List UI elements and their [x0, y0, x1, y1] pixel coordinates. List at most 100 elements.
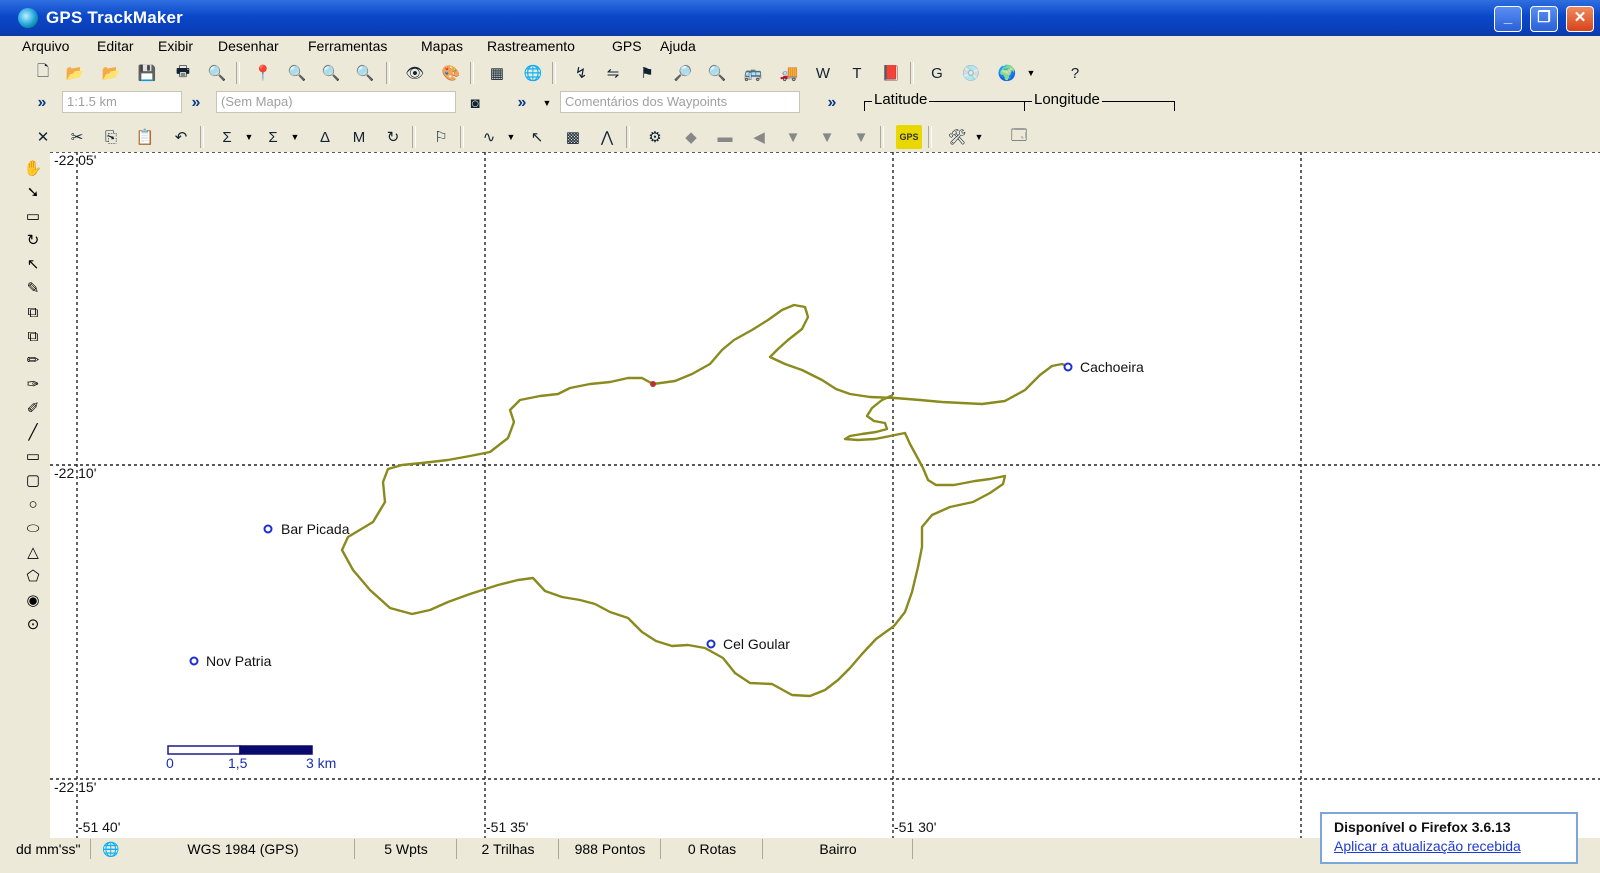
- waypoint-bar-picada-marker[interactable]: [263, 524, 273, 534]
- chevron-down-icon[interactable]: ▼: [540, 92, 554, 114]
- select-arrow-icon[interactable]: ↖: [20, 253, 46, 275]
- target-icon[interactable]: ◉: [20, 589, 46, 611]
- menu-exibir[interactable]: Exibir: [158, 38, 193, 54]
- undo-icon[interactable]: ↶: [168, 125, 194, 149]
- zoom-out-icon[interactable]: 🔍: [352, 61, 378, 85]
- measure-icon[interactable]: ➘: [20, 181, 46, 203]
- new-file-icon[interactable]: 🗋: [30, 61, 56, 85]
- refresh-icon[interactable]: ↻: [380, 125, 406, 149]
- gps-device-icon[interactable]: ⚙: [642, 125, 668, 149]
- waypoint-cel-goular-marker[interactable]: [706, 639, 716, 649]
- menu-editar[interactable]: Editar: [97, 38, 134, 54]
- book-icon[interactable]: 📕: [878, 61, 904, 85]
- map-canvas[interactable]: -22 05' -22 10' -22 15' -51 40' -51 35' …: [50, 152, 1600, 838]
- open-folder-2-icon[interactable]: 📂: [98, 61, 124, 85]
- waypoint-icon[interactable]: ⚑: [634, 61, 660, 85]
- search-icon[interactable]: 🔎: [670, 61, 696, 85]
- chevron-down-icon[interactable]: ▼: [288, 126, 302, 148]
- open-folder-icon[interactable]: 📂: [62, 61, 88, 85]
- line-icon[interactable]: ╱: [20, 421, 46, 443]
- triangle-icon[interactable]: △: [20, 541, 46, 563]
- layer-2-icon[interactable]: ⧉: [20, 325, 46, 347]
- sum-track-icon[interactable]: Σ: [260, 125, 286, 149]
- grid-icon[interactable]: ▦: [484, 61, 510, 85]
- paste-icon[interactable]: 📋: [132, 125, 158, 149]
- eye-circle-icon[interactable]: ⊙: [20, 613, 46, 635]
- pencil-icon[interactable]: ✏: [20, 349, 46, 371]
- menu-ajuda[interactable]: Ajuda: [660, 38, 696, 54]
- road-icon[interactable]: ⋀: [594, 125, 620, 149]
- track-line-icon[interactable]: ∿: [476, 125, 502, 149]
- chevron-down-icon[interactable]: ▼: [242, 126, 256, 148]
- sum-icon[interactable]: Σ: [214, 125, 240, 149]
- arrow-disabled-icon[interactable]: ◆: [678, 125, 704, 149]
- rectangle-icon[interactable]: ▭: [20, 445, 46, 467]
- print-icon[interactable]: 🖶: [170, 61, 196, 85]
- waypoint-nov-patria-marker[interactable]: [189, 656, 199, 666]
- cut-icon[interactable]: ✂: [64, 125, 90, 149]
- delete-icon[interactable]: ✕: [30, 125, 56, 149]
- route-icon[interactable]: ↯: [568, 61, 594, 85]
- edit-point-icon[interactable]: ✎: [20, 277, 46, 299]
- find-icon[interactable]: 🔍: [704, 61, 730, 85]
- minimize-button[interactable]: _: [1494, 6, 1522, 32]
- comments-field[interactable]: Comentários dos Waypoints: [560, 91, 800, 113]
- maximize-button[interactable]: ❐: [1530, 6, 1558, 32]
- circle-icon[interactable]: ○: [20, 493, 46, 515]
- map-apply-button[interactable]: »: [184, 92, 208, 114]
- palette-icon[interactable]: 🎨: [438, 61, 464, 85]
- turn-disabled-icon[interactable]: ◀: [746, 125, 772, 149]
- track-tools-icon[interactable]: ⇋: [600, 61, 626, 85]
- close-button[interactable]: ✕: [1566, 6, 1594, 32]
- g-icon[interactable]: G: [924, 61, 950, 85]
- zoom-in-icon[interactable]: 🔍: [318, 61, 344, 85]
- scale-apply-button[interactable]: »: [30, 92, 54, 114]
- down3-disabled-icon[interactable]: ▼: [848, 125, 874, 149]
- map-field[interactable]: (Sem Mapa): [216, 91, 456, 113]
- draw-track-icon[interactable]: ✐: [20, 397, 46, 419]
- track-start-marker[interactable]: [650, 381, 656, 387]
- sign-disabled-icon[interactable]: ▬: [712, 125, 738, 149]
- m-icon[interactable]: M: [346, 125, 372, 149]
- layer-icon[interactable]: ⧉: [20, 301, 46, 323]
- rounded-rect-icon[interactable]: ▢: [20, 469, 46, 491]
- pan-icon[interactable]: ✋: [20, 157, 46, 179]
- globe-icon[interactable]: 🌐: [520, 61, 546, 85]
- map-image-icon[interactable]: ◙: [462, 91, 488, 115]
- zoom-icon[interactable]: 🔍: [284, 61, 310, 85]
- text-icon[interactable]: T: [844, 61, 870, 85]
- menu-arquivo[interactable]: Arquivo: [22, 38, 69, 54]
- print-preview-icon[interactable]: 🔍: [204, 61, 230, 85]
- down2-disabled-icon[interactable]: ▼: [814, 125, 840, 149]
- copy-icon[interactable]: ⎘: [98, 125, 124, 149]
- chevron-down-icon[interactable]: ▼: [972, 126, 986, 148]
- scale-field[interactable]: 1:1.5 km: [62, 91, 182, 113]
- earth-icon[interactable]: 🌍: [994, 61, 1020, 85]
- save-icon[interactable]: 💾: [134, 61, 160, 85]
- truck-icon[interactable]: 🚚: [776, 61, 802, 85]
- menu-mapas[interactable]: Mapas: [421, 38, 463, 54]
- menu-desenhar[interactable]: Desenhar: [218, 38, 279, 54]
- area-icon[interactable]: ▩: [560, 125, 586, 149]
- rectangle-select-icon[interactable]: ▭: [20, 205, 46, 227]
- chevron-down-icon[interactable]: ▼: [504, 126, 518, 148]
- chevron-down-icon[interactable]: ▼: [1024, 62, 1038, 84]
- pointer-icon[interactable]: ↖: [524, 125, 550, 149]
- disc-icon[interactable]: 💿: [958, 61, 984, 85]
- ellipse-icon[interactable]: ⬭: [20, 517, 46, 539]
- w-icon[interactable]: W: [810, 61, 836, 85]
- help-icon[interactable]: ?: [1062, 61, 1088, 85]
- coords-apply-button[interactable]: »: [820, 92, 844, 114]
- menu-gps[interactable]: GPS: [612, 38, 642, 54]
- bus-icon[interactable]: 🚌: [740, 61, 766, 85]
- menu-rastreamento[interactable]: Rastreamento: [487, 38, 575, 54]
- draw-waypoint-icon[interactable]: ✑: [20, 373, 46, 395]
- down-disabled-icon[interactable]: ▼: [780, 125, 806, 149]
- altitude-icon[interactable]: Δ: [312, 125, 338, 149]
- track-line[interactable]: [340, 303, 1071, 698]
- pentagon-icon[interactable]: ⬠: [20, 565, 46, 587]
- notification-link[interactable]: Aplicar a atualização recebida: [1334, 838, 1521, 854]
- comments-apply-button[interactable]: »: [510, 92, 534, 114]
- eye-icon[interactable]: 👁: [402, 61, 428, 85]
- rotate-icon[interactable]: ↻: [20, 229, 46, 251]
